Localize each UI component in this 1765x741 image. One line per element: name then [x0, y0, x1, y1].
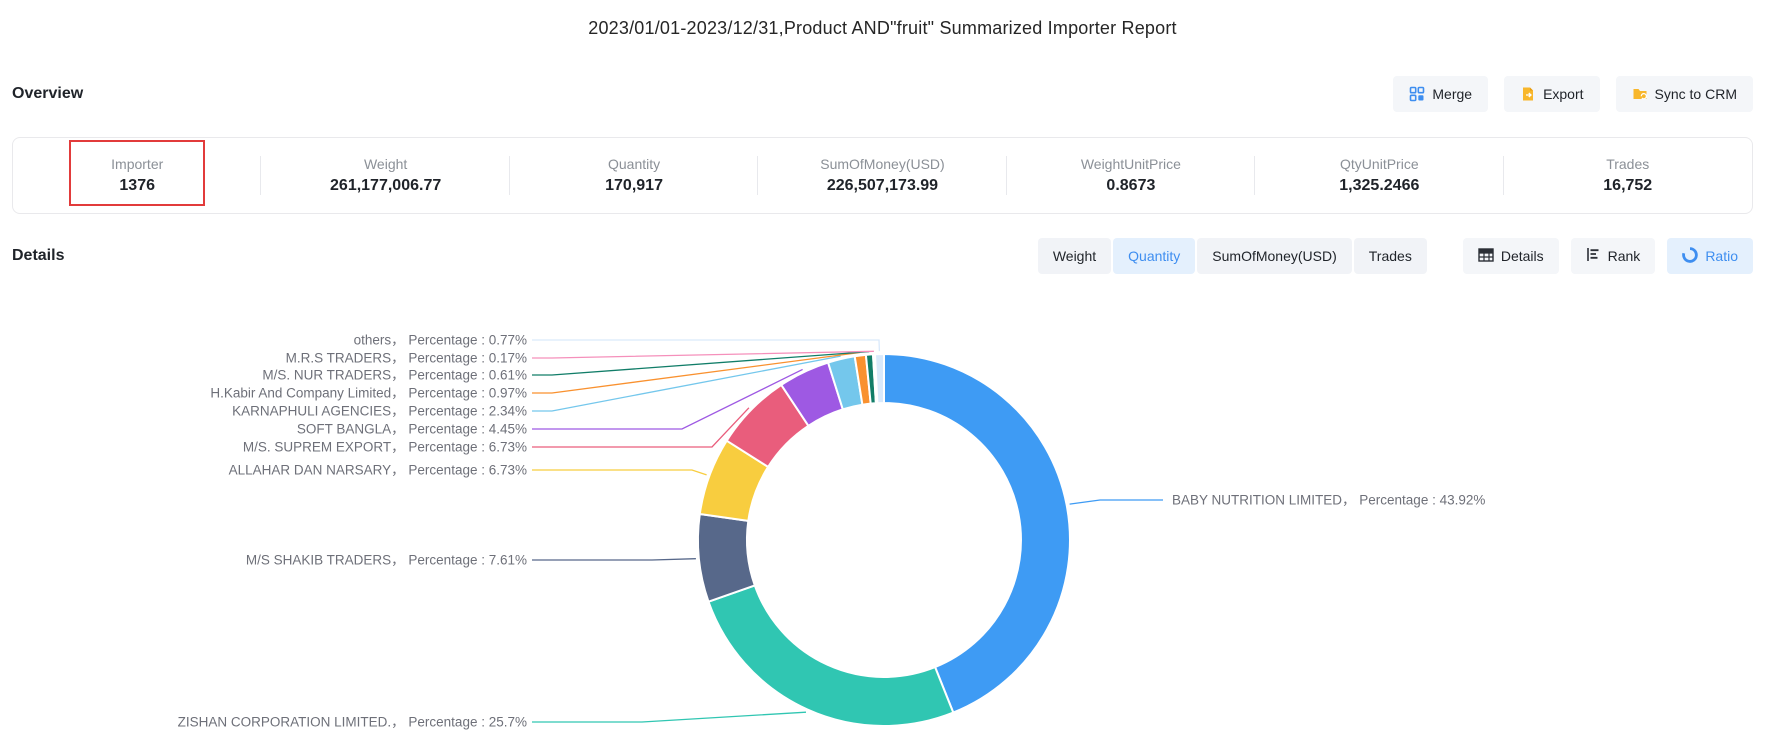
slice-label: M/S. SUPREM EXPORT， Percentage : 6.73%: [243, 440, 527, 455]
pie-slice[interactable]: [709, 585, 954, 726]
pie-slice[interactable]: [698, 514, 755, 602]
slice-label: ZISHAN CORPORATION LIMITED.， Percentage …: [178, 715, 527, 730]
leader-line: [532, 408, 749, 447]
slice-label: H.Kabir And Company Limited， Percentage …: [210, 386, 527, 401]
leader-line: [532, 712, 806, 722]
slice-label: M/S. NUR TRADERS， Percentage : 0.61%: [262, 368, 527, 383]
ratio-donut-chart: BABY NUTRITION LIMITED， Percentage : 43.…: [0, 0, 1765, 741]
importer-report-page: 2023/01/01-2023/12/31,Product AND"fruit"…: [0, 0, 1765, 741]
leader-line: [1070, 500, 1163, 504]
leader-line: [532, 559, 696, 560]
leader-line: [532, 470, 707, 475]
slice-label: KARNAPHULI AGENCIES， Percentage : 2.34%: [232, 404, 527, 419]
pie-slice[interactable]: [884, 354, 1070, 713]
slice-label: others， Percentage : 0.77%: [354, 333, 527, 348]
slice-label: M.R.S TRADERS， Percentage : 0.17%: [286, 351, 527, 366]
pie-slice[interactable]: [875, 354, 884, 403]
slice-label: BABY NUTRITION LIMITED， Percentage : 43.…: [1172, 493, 1485, 508]
slice-label: SOFT BANGLA， Percentage : 4.45%: [297, 422, 527, 437]
slice-label: M/S SHAKIB TRADERS， Percentage : 7.61%: [246, 553, 527, 568]
leader-line: [532, 340, 879, 351]
slice-label: ALLAHAR DAN NARSARY， Percentage : 6.73%: [229, 463, 527, 478]
